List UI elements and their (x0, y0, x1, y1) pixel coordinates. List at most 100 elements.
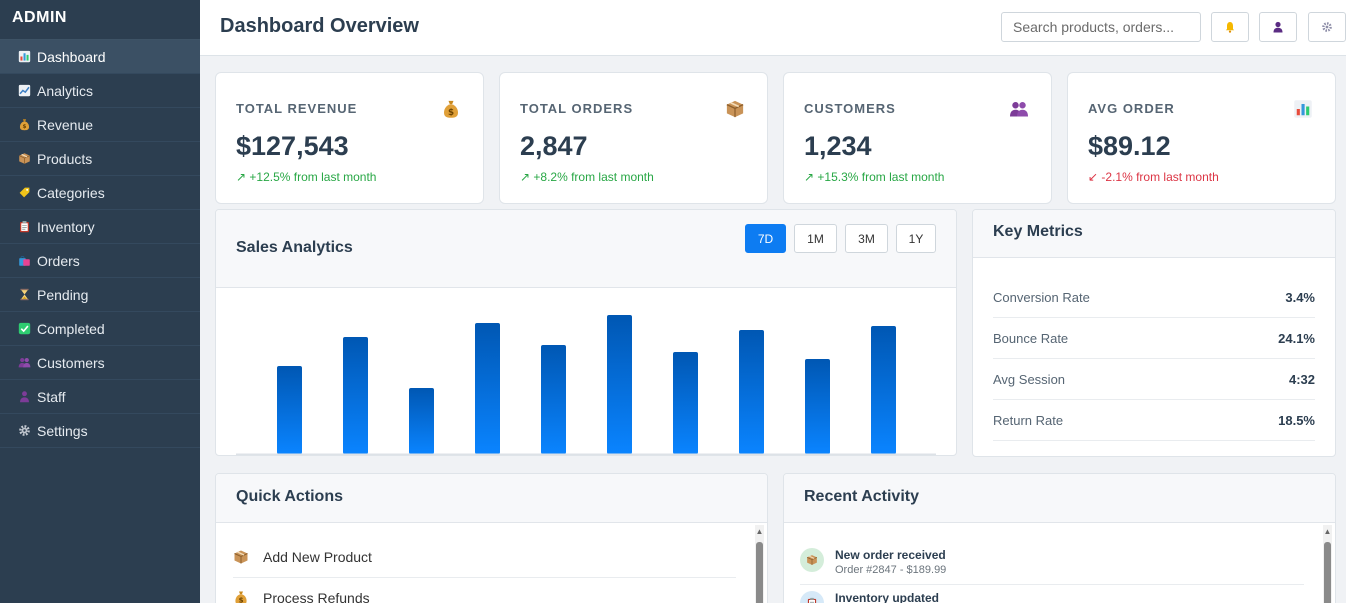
user-icon (1273, 21, 1283, 33)
activity-item[interactable]: Inventory updated (800, 585, 1304, 603)
top-header: Dashboard Overview (200, 0, 1346, 56)
stat-label: TOTAL REVENUE (236, 101, 358, 116)
activity-title: Inventory updated (835, 591, 940, 603)
money-bag-icon: $ (441, 99, 461, 119)
stat-change-text: +12.5% from last month (249, 170, 377, 184)
sales-analytics-header: Sales Analytics 7D 1M 3M 1Y (216, 210, 956, 288)
sidebar-item-label: Staff (37, 388, 66, 405)
sidebar-item-label: Pending (37, 286, 89, 303)
stat-value: 2,847 (520, 131, 588, 161)
trend-arrow-icon: ↗ (520, 170, 531, 184)
sidebar-item-label: Categories (37, 184, 105, 201)
recent-activity-panel: Recent Activity New order received Order … (783, 473, 1336, 603)
metric-name: Avg Session (993, 371, 1066, 387)
range-button-1y[interactable]: 1Y (896, 224, 936, 253)
user-icon (17, 390, 31, 404)
chart-bar (475, 323, 500, 454)
range-button-3m[interactable]: 3M (845, 224, 888, 253)
profile-button[interactable] (1259, 12, 1297, 42)
sidebar-item-label: Completed (37, 320, 105, 337)
sidebar-item-inventory[interactable]: Inventory (0, 210, 200, 244)
scroll-thumb[interactable] (756, 542, 763, 603)
metric-row: Cart Abandon 68.2% (993, 441, 1315, 456)
quick-action-add-new-product[interactable]: Add New Product (233, 537, 736, 578)
activity-subtitle: Order #2847 - $189.99 (835, 564, 947, 576)
chart-bar (871, 326, 896, 454)
trend-arrow-icon: ↙ (1088, 170, 1099, 184)
sidebar-item-categories[interactable]: Categories (0, 176, 200, 210)
svg-text:$: $ (22, 124, 26, 130)
package-icon (233, 549, 249, 565)
quick-actions-scrollbar[interactable]: ▲ (755, 525, 764, 603)
sidebar-item-completed[interactable]: Completed (0, 312, 200, 346)
quick-action-label: Process Refunds (263, 590, 370, 603)
search-input[interactable] (1001, 12, 1201, 42)
metric-value: 18.5% (1278, 412, 1315, 428)
sidebar-item-label: Orders (37, 252, 80, 269)
stat-card-total-revenue: TOTAL REVENUE $ $127,543 ↗ +12.5% from last… (215, 72, 484, 204)
trend-arrow-icon: ↗ (236, 170, 247, 184)
range-button-7d[interactable]: 7D (745, 224, 786, 253)
sidebar-item-analytics[interactable]: Analytics (0, 74, 200, 108)
scroll-up-arrow-icon[interactable]: ▲ (1323, 527, 1332, 536)
chart-bar (277, 366, 302, 454)
stat-label: AVG ORDER (1088, 101, 1175, 116)
package-icon (800, 548, 824, 572)
quick-action-process-refunds[interactable]: $ Process Refunds (233, 578, 736, 603)
package-icon (725, 99, 745, 119)
chart-bar (409, 388, 434, 454)
stat-change: ↗ +15.3% from last month (804, 170, 944, 184)
users-icon (1009, 99, 1029, 119)
activity-title: New order received (835, 548, 946, 562)
sidebar-item-staff[interactable]: Staff (0, 380, 200, 414)
gear-icon (17, 424, 31, 438)
money-bag-icon: $ (233, 590, 249, 603)
tag-icon (17, 186, 31, 200)
money-bag-icon: $ (17, 118, 31, 132)
recent-activity-title: Recent Activity (804, 488, 919, 505)
sidebar-item-products[interactable]: Products (0, 142, 200, 176)
metric-row: Return Rate 18.5% (993, 400, 1315, 441)
scroll-up-arrow-icon[interactable]: ▲ (755, 527, 764, 536)
trend-arrow-icon: ↗ (804, 170, 815, 184)
bar-chart-icon (1293, 99, 1313, 119)
sidebar-item-label: Revenue (37, 116, 94, 133)
sidebar-item-pending[interactable]: Pending (0, 278, 200, 312)
chart-bar (739, 330, 764, 454)
metric-name: Conversion Rate (993, 289, 1090, 305)
bar-chart-icon (17, 50, 31, 64)
chart-bar (607, 315, 632, 454)
hourglass-icon (17, 288, 31, 302)
sidebar-item-dashboard[interactable]: Dashboard (0, 40, 200, 74)
stat-change-text: +8.2% from last month (533, 170, 654, 184)
clipboard-icon (800, 591, 824, 603)
chart-bar (805, 359, 830, 454)
scroll-thumb[interactable] (1324, 542, 1331, 603)
sidebar-item-label: Settings (37, 422, 88, 439)
stat-value: $127,543 (236, 131, 349, 161)
settings-button[interactable] (1308, 12, 1346, 42)
recent-activity-header: Recent Activity (784, 474, 1335, 523)
metric-row: Bounce Rate 24.1% (993, 318, 1315, 359)
stat-change-text: +15.3% from last month (817, 170, 945, 184)
stat-label: CUSTOMERS (804, 101, 896, 116)
sidebar-item-revenue[interactable]: $ Revenue (0, 108, 200, 142)
sidebar-item-orders[interactable]: Orders (0, 244, 200, 278)
metric-row: Conversion Rate 3.4% (993, 277, 1315, 318)
metric-value: 24.1% (1278, 330, 1315, 346)
quick-actions-header: Quick Actions (216, 474, 767, 523)
metric-name: Bounce Rate (993, 330, 1069, 346)
stat-card-total-orders: TOTAL ORDERS 2,847 ↗ +8.2% from last month (499, 72, 768, 204)
notifications-button[interactable] (1211, 12, 1249, 42)
sidebar-item-label: Inventory (37, 218, 95, 235)
activity-item[interactable]: New order received Order #2847 - $189.99 (800, 542, 1304, 585)
key-metrics-title: Key Metrics (993, 223, 1083, 240)
stat-change: ↙ -2.1% from last month (1088, 170, 1219, 184)
range-button-1m[interactable]: 1M (794, 224, 837, 253)
trend-chart-icon (17, 84, 31, 98)
metric-value: 4:32 (1288, 371, 1315, 387)
sidebar-item-settings[interactable]: Settings (0, 414, 200, 448)
recent-activity-scrollbar[interactable]: ▲ (1323, 525, 1332, 603)
sidebar-item-customers[interactable]: Customers (0, 346, 200, 380)
gear-icon (1322, 22, 1332, 32)
